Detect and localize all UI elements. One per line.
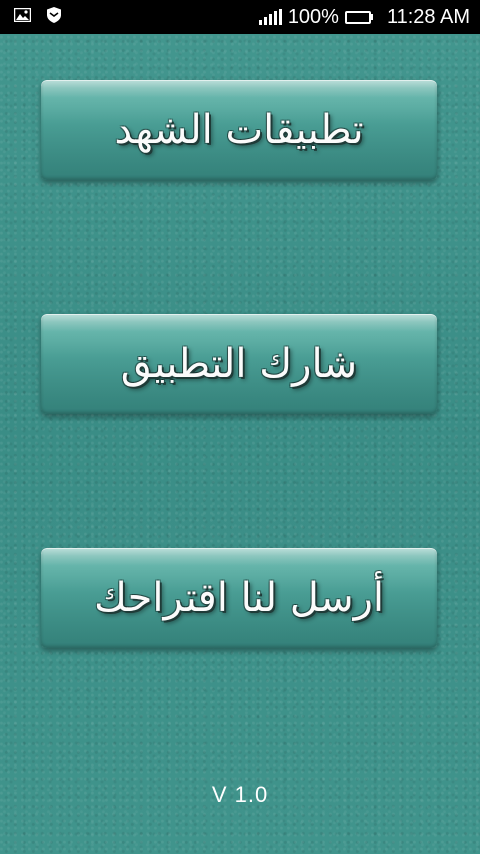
image-icon	[13, 7, 32, 27]
send-suggestion-button[interactable]: أرسل لنا اقتراحك	[41, 548, 437, 648]
share-app-button-label: شارك التطبيق	[120, 341, 358, 387]
apps-button-label: تطبيقات الشهد	[114, 107, 364, 153]
battery-icon	[344, 10, 373, 24]
share-app-button[interactable]: شارك التطبيق	[41, 314, 437, 414]
apps-button[interactable]: تطبيقات الشهد	[41, 80, 437, 180]
status-system: 100% 11:28 AM	[258, 5, 470, 29]
send-suggestion-button-label: أرسل لنا اقتراحك	[93, 575, 385, 621]
shield-icon	[47, 6, 61, 28]
battery-percent: 100%	[287, 5, 339, 28]
status-bar: 100% 11:28 AM	[0, 0, 480, 34]
version-label: V 1.0	[211, 782, 269, 807]
status-notifications	[13, 6, 61, 28]
clock: 11:28 AM	[386, 5, 470, 28]
signal-icon	[258, 9, 282, 25]
